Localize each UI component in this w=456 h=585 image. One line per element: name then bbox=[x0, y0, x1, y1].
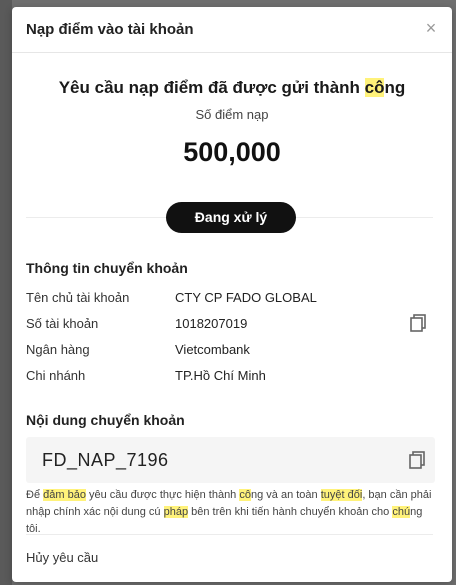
note-text: bên trên khi tiến hành chuyển khoản cho bbox=[188, 506, 393, 518]
page-backdrop bbox=[0, 0, 12, 585]
note-highlight: tuyệt đối bbox=[320, 489, 363, 501]
divider bbox=[26, 534, 433, 535]
modal-header: Nạp điểm vào tài khoản × bbox=[12, 7, 452, 53]
note-highlight: chú bbox=[392, 506, 411, 518]
account-holder-value: CTY CP FADO GLOBAL bbox=[175, 290, 317, 305]
transfer-note: Để đảm bảo yêu cầu được thực hiện thành … bbox=[26, 487, 438, 538]
branch-label: Chi nhánh bbox=[26, 368, 86, 383]
transfer-code-box: FD_NAP_7196 bbox=[26, 437, 435, 483]
deposit-modal: Nạp điểm vào tài khoản × Yêu cầu nạp điể… bbox=[12, 7, 452, 582]
account-holder-label: Tên chủ tài khoản bbox=[26, 290, 130, 305]
success-message: Yêu cầu nạp điểm đã được gửi thành công bbox=[12, 78, 452, 98]
account-number-label: Số tài khoản bbox=[26, 316, 99, 331]
branch-value: TP.Hồ Chí Minh bbox=[175, 368, 266, 383]
amount-value: 500,000 bbox=[183, 137, 281, 167]
status-badge: Đang xử lý bbox=[166, 202, 296, 233]
modal-title: Nạp điểm vào tài khoản bbox=[26, 21, 194, 38]
bank-value: Vietcombank bbox=[175, 342, 250, 357]
cancel-request-button[interactable]: Hủy yêu cầu bbox=[26, 550, 98, 565]
bank-label: Ngân hàng bbox=[26, 342, 90, 357]
note-highlight: đảm bảo bbox=[43, 489, 86, 501]
note-text: ng và an toàn bbox=[250, 489, 321, 501]
note-text: yêu cầu được thực hiện thành bbox=[85, 489, 240, 501]
transfer-info-title: Thông tin chuyển khoản bbox=[26, 260, 188, 276]
account-number-value: 1018207019 bbox=[175, 316, 248, 331]
note-highlight: cô bbox=[239, 489, 251, 501]
success-text-part2: ng bbox=[384, 78, 406, 97]
copy-icon[interactable] bbox=[408, 313, 428, 333]
close-icon[interactable]: × bbox=[422, 19, 440, 37]
note-highlight: pháp bbox=[163, 506, 189, 518]
success-text-highlight: cô bbox=[364, 78, 385, 97]
transfer-content-title: Nội dung chuyển khoản bbox=[26, 412, 185, 428]
note-text: Để bbox=[26, 489, 44, 501]
amount-label: Số điểm nạp bbox=[195, 107, 269, 122]
transfer-code: FD_NAP_7196 bbox=[42, 450, 169, 470]
success-text-part1: Yêu cầu nạp điểm đã được gửi thành bbox=[58, 78, 365, 97]
copy-icon[interactable] bbox=[407, 450, 427, 470]
